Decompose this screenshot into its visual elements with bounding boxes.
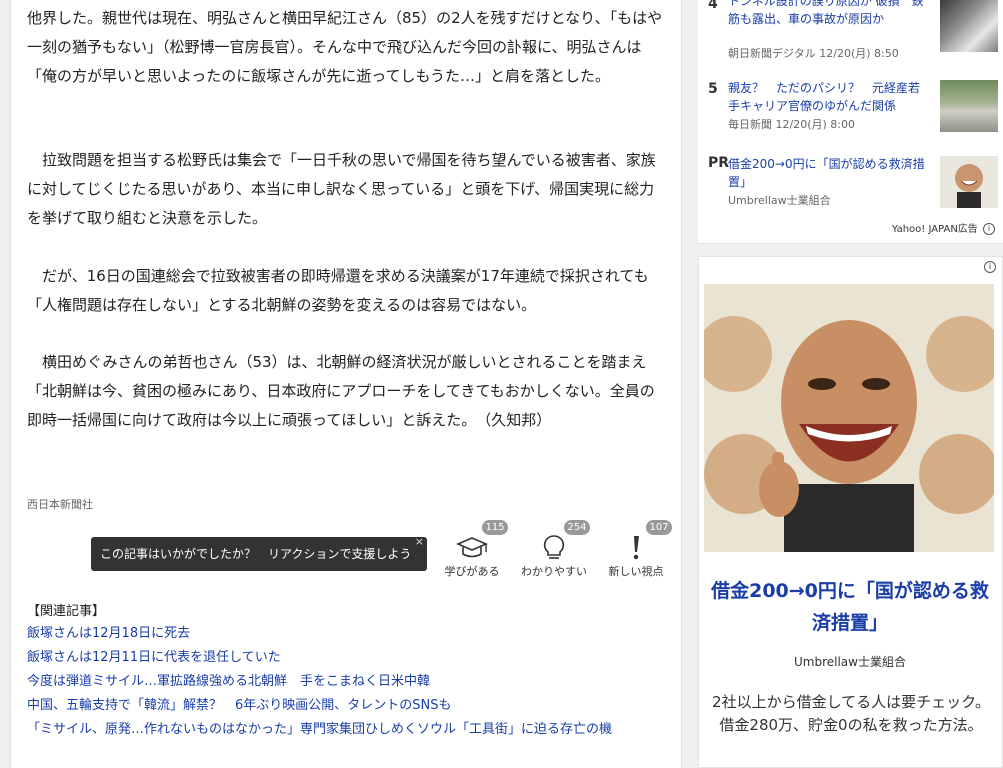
reaction-button-learn[interactable]: 115 学びがある [432, 520, 512, 580]
reaction-label: 新しい視点 [608, 565, 664, 578]
related-articles-heading: 【関連記事】 [27, 604, 106, 619]
ranking-item-pr[interactable]: PR 借金200→0円に「国が認める救済措置」 Umbrellaw士業組合 [698, 152, 1003, 216]
reaction-count-badge: 115 [482, 520, 508, 535]
ranking-number: PR [708, 155, 730, 171]
ad-label[interactable]: Yahoo! JAPAN広告 i [892, 220, 995, 235]
ranking-number: 5 [708, 81, 718, 97]
ranking-thumbnail [940, 80, 998, 132]
reaction-prompt-tooltip: この記事はいかがでしたか？ リアクションで支援しよう × [91, 535, 427, 571]
related-article-link[interactable]: 飯塚さんは12月11日に代表を退任していた [27, 647, 667, 669]
lightbulb-icon [514, 534, 594, 562]
related-article-link[interactable]: 中国、五輪支持で「韓流」解禁？ 6年ぶり映画公開、タレントのSNSも [27, 695, 667, 717]
exclamation-icon [596, 534, 676, 562]
ranking-item[interactable]: 4 トンネル設計の誤り原因か 破損 鉄筋も露出、車の事故が原因か 朝日新聞デジタ… [698, 0, 1003, 68]
ranking-number: 4 [708, 0, 718, 12]
ranking-title: 親友？ ただのパシリ？ 元経産若手キャリア官僚のゆがんだ関係 [728, 81, 921, 113]
reaction-button-new-perspective[interactable]: 107 新しい視点 [596, 520, 676, 580]
mortarboard-icon [432, 534, 512, 562]
reaction-prompt-text: この記事はいかがでしたか？ リアクションで支援しよう [100, 547, 412, 561]
ranking-item[interactable]: 5 親友？ ただのパシリ？ 元経産若手キャリア官僚のゆがんだ関係 毎日新聞 12… [698, 76, 1003, 144]
reaction-label: 学びがある [444, 565, 500, 578]
ranking-title: トンネル設計の誤り原因か 破損 鉄筋も露出、車の事故が原因か [728, 0, 924, 26]
ranking-meta: 朝日新聞デジタル 12/20(月) 8:50 [728, 47, 899, 60]
article-paragraph: 横田めぐみさんの弟哲也さん（53）は、北朝鮮の経済状況が厳しいとされることを踏ま… [27, 353, 655, 429]
ranking-title: 借金200→0円に「国が認める救済措置」 [728, 157, 925, 189]
related-article-link[interactable]: 飯塚さんは12月18日に死去 [27, 623, 667, 645]
ad-headline[interactable]: 借金200→0円に「国が認める救済措置」 [705, 575, 995, 639]
ranking-list: 4 トンネル設計の誤り原因か 破損 鉄筋も露出、車の事故が原因か 朝日新聞デジタ… [698, 0, 1003, 244]
ranking-thumbnail [940, 0, 998, 52]
reaction-count-badge: 254 [564, 520, 590, 535]
ranking-meta: 毎日新聞 12/20(月) 8:00 [728, 118, 855, 131]
ad-info-icon[interactable]: i [984, 261, 996, 273]
related-article-link[interactable]: 「ミサイル、原発…作れないものはなかった」専門家集団ひしめくソウル「工具街」に迫… [27, 719, 667, 741]
article-column: 他界した。親世代は現在、明弘さんと横田早紀江さん（85）の2人を残すだけとなり、… [10, 0, 682, 768]
article-paragraph: 他界した。親世代は現在、明弘さんと横田早紀江さん（85）の2人を残すだけとなり、… [27, 9, 663, 85]
ranking-meta: Umbrellaw士業組合 [728, 194, 831, 207]
reaction-button-understand[interactable]: 254 わかりやすい [514, 520, 594, 580]
ad-image[interactable] [704, 284, 994, 552]
ad-advertiser: Umbrellaw士業組合 [794, 655, 906, 669]
ranking-thumbnail [940, 156, 998, 208]
related-article-link[interactable]: 今度は弾道ミサイル…軍拡路線強める北朝鮮 手をこまねく日米中韓 [27, 671, 667, 693]
reaction-count-badge: 107 [646, 520, 672, 535]
info-icon[interactable]: i [983, 223, 995, 235]
ad-body-text: 2社以上から借金してる人は要チェック。借金280万、貯金0の私を救った方法。 [712, 693, 990, 734]
article-paragraph: 拉致問題を担当する松野氏は集会で「一日千秋の思いで帰国を待ち望んでいる被害者、家… [27, 151, 656, 227]
article-source: 西日本新聞社 [27, 498, 93, 511]
reaction-label: わかりやすい [521, 565, 587, 578]
close-icon[interactable]: × [415, 525, 424, 559]
article-paragraph: だが、16日の国連総会で拉致被害者の即時帰還を求める決議案が17年連続で採択され… [27, 267, 649, 314]
sidebar-ad[interactable]: i 借金200→0円に「国が認める救済措置」 Umbrellaw士業組合 2社以… [698, 256, 1003, 768]
